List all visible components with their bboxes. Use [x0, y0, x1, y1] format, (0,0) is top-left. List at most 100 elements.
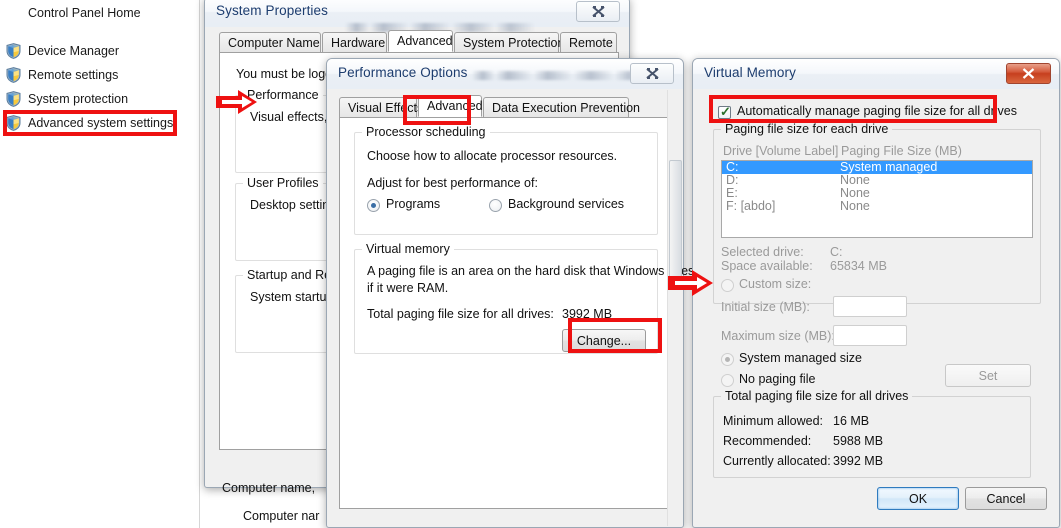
set-button[interactable]: Set: [945, 364, 1031, 387]
auto-manage-label: Automatically manage paging file size fo…: [737, 104, 1017, 118]
system-properties-close-button[interactable]: [576, 1, 620, 22]
sidebar-item-remote-settings[interactable]: Remote settings: [6, 64, 118, 86]
tab-advanced[interactable]: Advanced: [388, 30, 453, 52]
radio-background-services-label: Background services: [508, 197, 625, 211]
shield-icon: [6, 67, 21, 83]
system-properties-tabstrip: Computer Name Hardware Advanced System P…: [219, 30, 619, 52]
maximum-size-input[interactable]: [833, 325, 907, 346]
close-icon: [591, 6, 605, 17]
column-header-drive: Drive [Volume Label]: [723, 144, 839, 158]
sidebar-item-system-protection[interactable]: System protection: [6, 88, 128, 110]
adjust-best-performance-label: Adjust for best performance of:: [367, 176, 538, 190]
initial-size-input[interactable]: [833, 296, 907, 317]
tab-label: Data Execution Prevention: [492, 100, 641, 115]
virtual-memory-window: Virtual Memory ✓ Automatically manage pa…: [692, 58, 1060, 528]
tab-remote[interactable]: Remote: [560, 32, 617, 52]
drive-row[interactable]: F: [abdo] None: [722, 199, 1032, 213]
shield-icon: [6, 115, 21, 131]
currently-allocated-label: Currently allocated:: [723, 454, 831, 468]
change-button[interactable]: Change...: [562, 329, 646, 352]
sidebar-item-advanced-system-settings[interactable]: Advanced system settings: [6, 112, 173, 134]
recommended-value: 5988 MB: [833, 434, 884, 448]
tab-label: Advanced: [427, 99, 483, 113]
drive-row[interactable]: C: System managed: [722, 161, 1032, 174]
processor-scheduling-label: Processor scheduling: [362, 125, 490, 139]
checkmark-icon: ✓: [720, 104, 731, 119]
maximum-size-label: Maximum size (MB):: [721, 329, 835, 343]
system-managed-size-label: System managed size: [739, 351, 862, 365]
control-panel-home-link[interactable]: Control Panel Home: [28, 6, 141, 20]
vm-description-line1: A paging file is an area on the hard dis…: [367, 264, 711, 278]
virtual-memory-close-button[interactable]: [1006, 63, 1051, 84]
tab-label: Advanced: [397, 34, 453, 48]
close-icon: [1022, 68, 1035, 79]
tab-label: Remote: [569, 35, 613, 50]
paging-file-group-label: Paging file size for each drive: [721, 122, 893, 136]
currently-allocated-value: 3992 MB: [833, 454, 884, 468]
sidebar-item-device-manager[interactable]: Device Manager: [6, 40, 119, 62]
sidebar-item-label: System protection: [28, 92, 129, 106]
drive-letter: E:: [726, 186, 738, 200]
cancel-button[interactable]: Cancel: [965, 487, 1047, 510]
tab-visual-effects[interactable]: Visual Effects: [339, 97, 423, 117]
radio-programs[interactable]: [367, 199, 380, 212]
screen: Control Panel Home Device Manager Remote…: [0, 0, 1061, 528]
performance-options-window: Performance Options Visual Effects Advan…: [326, 58, 711, 528]
arrow-to-custom-size: [668, 268, 714, 301]
auto-manage-checkbox[interactable]: ✓: [718, 104, 731, 119]
computer-name-line-1: Computer name,: [222, 481, 316, 495]
performance-options-tabstrip: Visual Effects Advanced Data Execution P…: [339, 95, 674, 117]
shield-icon: [6, 91, 21, 107]
minimum-allowed-label: Minimum allowed:: [723, 414, 824, 428]
custom-size-label: Custom size:: [739, 277, 812, 291]
system-properties-title: System Properties: [216, 3, 328, 18]
drive-row[interactable]: D: None: [722, 173, 1032, 187]
virtual-memory-title: Virtual Memory: [704, 65, 796, 80]
computer-name-line-2: Computer nar: [243, 509, 320, 523]
performance-options-scrollbar[interactable]: [667, 90, 682, 526]
processor-scheduling-description: Choose how to allocate processor resourc…: [367, 149, 618, 163]
shield-icon: [6, 43, 21, 59]
performance-options-close-button[interactable]: [630, 63, 674, 84]
drive-letter: D:: [726, 173, 739, 187]
tab-data-execution-prevention[interactable]: Data Execution Prevention: [483, 97, 640, 117]
drive-letter: C:: [726, 160, 739, 174]
recommended-label: Recommended:: [723, 434, 812, 448]
sidebar-item-label: Remote settings: [28, 68, 119, 82]
control-panel-sidebar: Control Panel Home Device Manager Remote…: [0, 0, 200, 528]
tab-computer-name[interactable]: Computer Name: [219, 32, 321, 52]
performance-options-tab-body: Processor scheduling Choose how to alloc…: [339, 117, 711, 509]
scrollbar-thumb[interactable]: [669, 160, 682, 280]
drive-paging-size: None: [840, 186, 870, 200]
tab-po-advanced[interactable]: Advanced: [418, 95, 483, 117]
drive-listbox[interactable]: C: System managed D: None E: None F: [ab…: [721, 160, 1033, 238]
radio-background-services[interactable]: [489, 199, 502, 212]
initial-size-label: Initial size (MB):: [721, 300, 810, 314]
arrow-to-performance: [216, 88, 258, 119]
space-available-value: 65834 MB: [830, 259, 887, 273]
user-profiles-group-label: User Profiles: [243, 176, 323, 190]
tab-label: Visual Effects: [348, 100, 424, 115]
tab-hardware[interactable]: Hardware: [322, 32, 387, 52]
logon-note: You must be logg: [236, 67, 333, 81]
total-paging-value: 3992 MB: [562, 307, 613, 321]
tab-label: System Protection: [463, 35, 565, 50]
tab-system-protection[interactable]: System Protection: [454, 32, 564, 52]
column-header-paging-size: Paging File Size (MB): [841, 144, 962, 158]
performance-options-title: Performance Options: [338, 65, 468, 80]
radio-no-paging-file[interactable]: [721, 374, 734, 387]
tab-label: Hardware: [331, 35, 386, 50]
vm-description-line2: if it were RAM.: [367, 281, 449, 295]
performance-description: Visual effects, p: [250, 110, 338, 124]
sidebar-item-label: Advanced system settings: [28, 116, 174, 130]
selected-drive-label: Selected drive:: [721, 245, 804, 259]
drive-paging-size: None: [840, 173, 870, 187]
radio-programs-label: Programs: [386, 197, 441, 211]
drive-paging-size: System managed: [840, 160, 938, 174]
radio-custom-size[interactable]: [721, 279, 734, 292]
user-profiles-description: Desktop setting: [250, 198, 337, 212]
ok-button[interactable]: OK: [877, 487, 959, 510]
minimum-allowed-value: 16 MB: [833, 414, 870, 428]
radio-system-managed-size[interactable]: [721, 353, 734, 366]
total-paging-label: Total paging file size for all drives:: [367, 307, 554, 321]
